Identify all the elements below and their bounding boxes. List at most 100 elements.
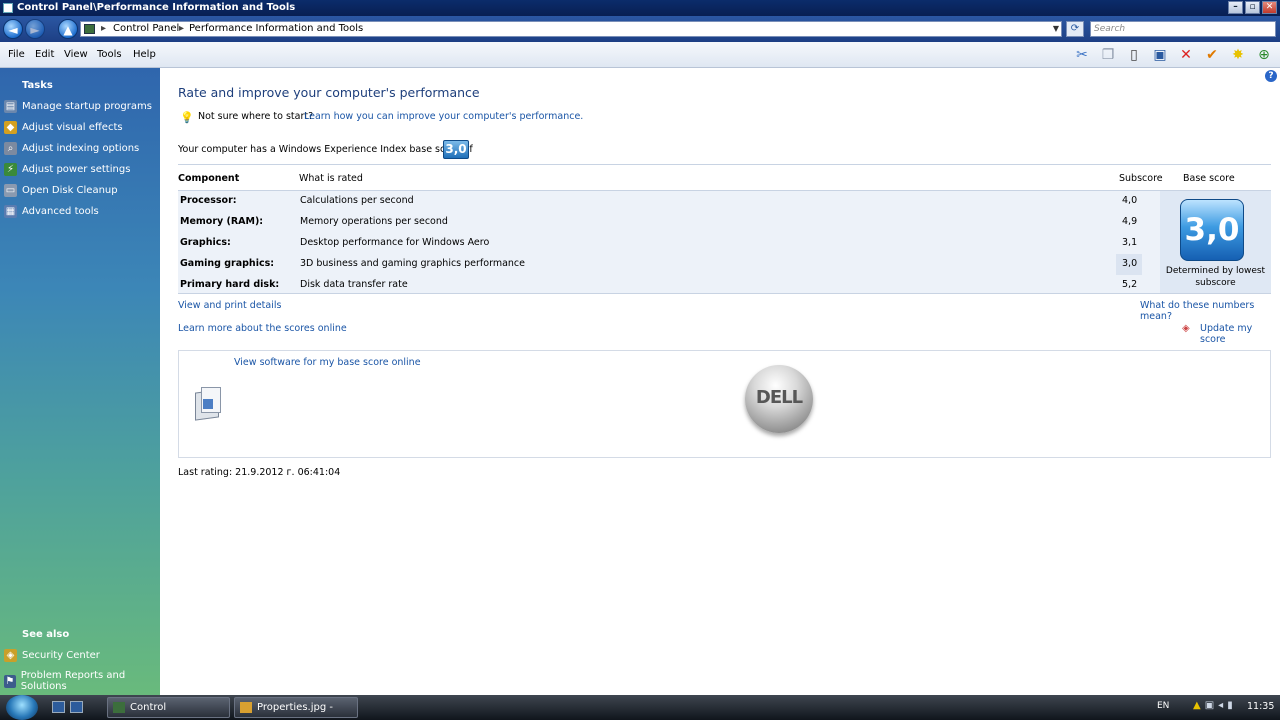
control-panel-icon	[3, 3, 13, 13]
properties-icon[interactable]: ▣	[1150, 45, 1170, 65]
subscore-value: 4,0	[1122, 195, 1138, 206]
switch-windows-icon[interactable]	[70, 701, 83, 713]
window-title: Control Panel\Performance Information an…	[17, 2, 296, 13]
taskbar-button-paint[interactable]: Properties.jpg - Paint	[234, 697, 358, 718]
table-row: Processor: Calculations per second 4,0	[178, 191, 1156, 212]
base-score-small-badge: 3,0	[443, 140, 469, 159]
chevron-down-icon[interactable]: ▼	[1053, 22, 1059, 36]
window-controls: – ▫ ✕	[1228, 1, 1277, 14]
component-name: Graphics:	[180, 237, 231, 248]
subscore-value: 3,1	[1122, 237, 1138, 248]
delete-icon[interactable]: ✕	[1176, 45, 1196, 65]
power-icon: ⚡	[4, 163, 17, 176]
address-field[interactable]: ▸ Control Panel ▸ Performance Informatio…	[80, 21, 1062, 37]
improve-performance-link[interactable]: Learn how you can improve your computer'…	[304, 111, 583, 122]
sidebar-item-label: Security Center	[22, 650, 100, 661]
header-component: Component	[178, 173, 240, 184]
page-title: Rate and improve your computer's perform…	[178, 85, 480, 100]
sidebar-item-indexing[interactable]: ⌕ Adjust indexing options	[4, 142, 139, 155]
minimize-button[interactable]: –	[1228, 1, 1243, 14]
forward-button[interactable]: ►	[25, 19, 45, 39]
base-score-badge: 3,0	[1180, 199, 1244, 261]
security-shield-icon: ◈	[4, 649, 17, 662]
search-input[interactable]: Search	[1090, 21, 1276, 37]
sidebar-item-security-center[interactable]: ◈ Security Center	[4, 649, 100, 662]
subscore-value: 3,0	[1122, 258, 1138, 269]
breadcrumb-control-panel[interactable]: Control Panel	[113, 22, 179, 36]
sidebar-item-label: Adjust indexing options	[22, 143, 140, 154]
table-divider	[178, 164, 1271, 165]
sidebar-item-label: Advanced tools	[22, 206, 99, 217]
table-row: Memory (RAM): Memory operations per seco…	[178, 212, 1156, 233]
tools-icon: ▦	[4, 205, 17, 218]
table-row: Graphics: Desktop performance for Window…	[178, 233, 1156, 254]
close-button[interactable]: ✕	[1262, 1, 1277, 14]
header-subscore: Subscore	[1119, 173, 1163, 184]
toolbar: ✂ ❐ ▯ ▣ ✕ ✔ ✸ ⊕	[1072, 45, 1274, 65]
check-icon[interactable]: ✔	[1202, 45, 1222, 65]
view-print-details-link[interactable]: View and print details	[178, 300, 281, 311]
shield-icon: ◆	[4, 121, 17, 134]
system-tray: ▲ ▣ ◂ ▮	[1193, 700, 1233, 711]
header-what-is-rated: What is rated	[299, 173, 363, 184]
determined-by-text: Determined by lowest subscore	[1165, 266, 1266, 288]
help-icon[interactable]: ?	[1265, 70, 1277, 82]
control-panel-icon	[113, 702, 125, 713]
software-panel: View software for my base score online D…	[178, 350, 1271, 458]
network-icon[interactable]: ▣	[1205, 700, 1214, 711]
problem-reports-icon: ⚑	[4, 674, 16, 688]
taskbar-button-control-panel[interactable]: Control Panel\Perfo...	[107, 697, 230, 718]
base-score-column: 3,0 Determined by lowest subscore	[1160, 191, 1271, 293]
menu-help[interactable]: Help	[133, 49, 156, 60]
copy-icon[interactable]: ❐	[1098, 45, 1118, 65]
menu-bar: File Edit View Tools Help ✂ ❐ ▯ ▣ ✕ ✔ ✸ …	[0, 42, 1280, 68]
sidebar-item-disk-cleanup[interactable]: ▭ Open Disk Cleanup	[4, 184, 118, 197]
sidebar-item-power[interactable]: ⚡ Adjust power settings	[4, 163, 130, 176]
paste-icon[interactable]: ▯	[1124, 45, 1144, 65]
show-desktop-icon[interactable]	[52, 701, 65, 713]
sidebar-item-problem-reports[interactable]: ⚑ Problem Reports and Solutions	[4, 670, 160, 692]
control-panel-icon	[84, 24, 95, 34]
subscore-value: 5,2	[1122, 279, 1138, 290]
startup-icon: ▤	[4, 100, 17, 113]
maximize-button[interactable]: ▫	[1245, 1, 1260, 14]
sidebar-item-label: Manage startup programs	[22, 101, 152, 112]
sidebar-item-advanced-tools[interactable]: ▦ Advanced tools	[4, 205, 99, 218]
back-button[interactable]: ◄	[3, 19, 23, 39]
menu-tools[interactable]: Tools	[97, 49, 122, 60]
up-button[interactable]: ▲	[58, 19, 78, 39]
rated-description: Desktop performance for Windows Aero	[300, 237, 490, 248]
power-tray-icon[interactable]: ▮	[1227, 700, 1233, 711]
scissors-icon[interactable]: ✂	[1072, 45, 1092, 65]
menu-edit[interactable]: Edit	[35, 49, 54, 60]
address-bar-area: ◄ ► ▲ ▸ Control Panel ▸ Performance Info…	[0, 16, 1280, 42]
breadcrumb-separator: ▸	[101, 23, 107, 34]
learn-more-scores-link[interactable]: Learn more about the scores online	[178, 323, 347, 334]
sidebar-item-visual-effects[interactable]: ◆ Adjust visual effects	[4, 121, 123, 134]
start-button[interactable]	[6, 695, 38, 720]
sidebar: Tasks ▤ Manage startup programs ◆ Adjust…	[0, 68, 160, 695]
new-icon[interactable]: ✸	[1228, 45, 1248, 65]
dell-logo: DELL	[745, 365, 813, 433]
component-name: Primary hard disk:	[180, 279, 280, 290]
view-software-link[interactable]: View software for my base score online	[234, 357, 421, 368]
language-indicator[interactable]: EN	[1157, 701, 1169, 711]
globe-icon[interactable]: ⊕	[1254, 45, 1274, 65]
software-icon	[191, 385, 225, 421]
menu-file[interactable]: File	[8, 49, 25, 60]
breadcrumb-separator: ▸	[179, 23, 185, 34]
update-score-link[interactable]: Update my score	[1200, 323, 1280, 345]
indexing-icon: ⌕	[4, 142, 17, 155]
security-alert-icon[interactable]: ▲	[1193, 700, 1201, 711]
see-also-heading: See also	[22, 629, 70, 640]
component-name: Processor:	[180, 195, 237, 206]
menu-view[interactable]: View	[64, 49, 88, 60]
sidebar-item-startup[interactable]: ▤ Manage startup programs	[4, 100, 152, 113]
clock[interactable]: 11:35	[1247, 701, 1274, 712]
what-numbers-mean-link[interactable]: What do these numbers mean?	[1140, 300, 1280, 322]
last-rating-text: Last rating: 21.9.2012 г. 06:41:04	[178, 467, 341, 478]
component-name: Gaming graphics:	[180, 258, 275, 269]
refresh-button[interactable]: ⟳	[1066, 21, 1084, 37]
breadcrumb-performance[interactable]: Performance Information and Tools	[189, 22, 363, 36]
volume-icon[interactable]: ◂	[1218, 700, 1223, 711]
